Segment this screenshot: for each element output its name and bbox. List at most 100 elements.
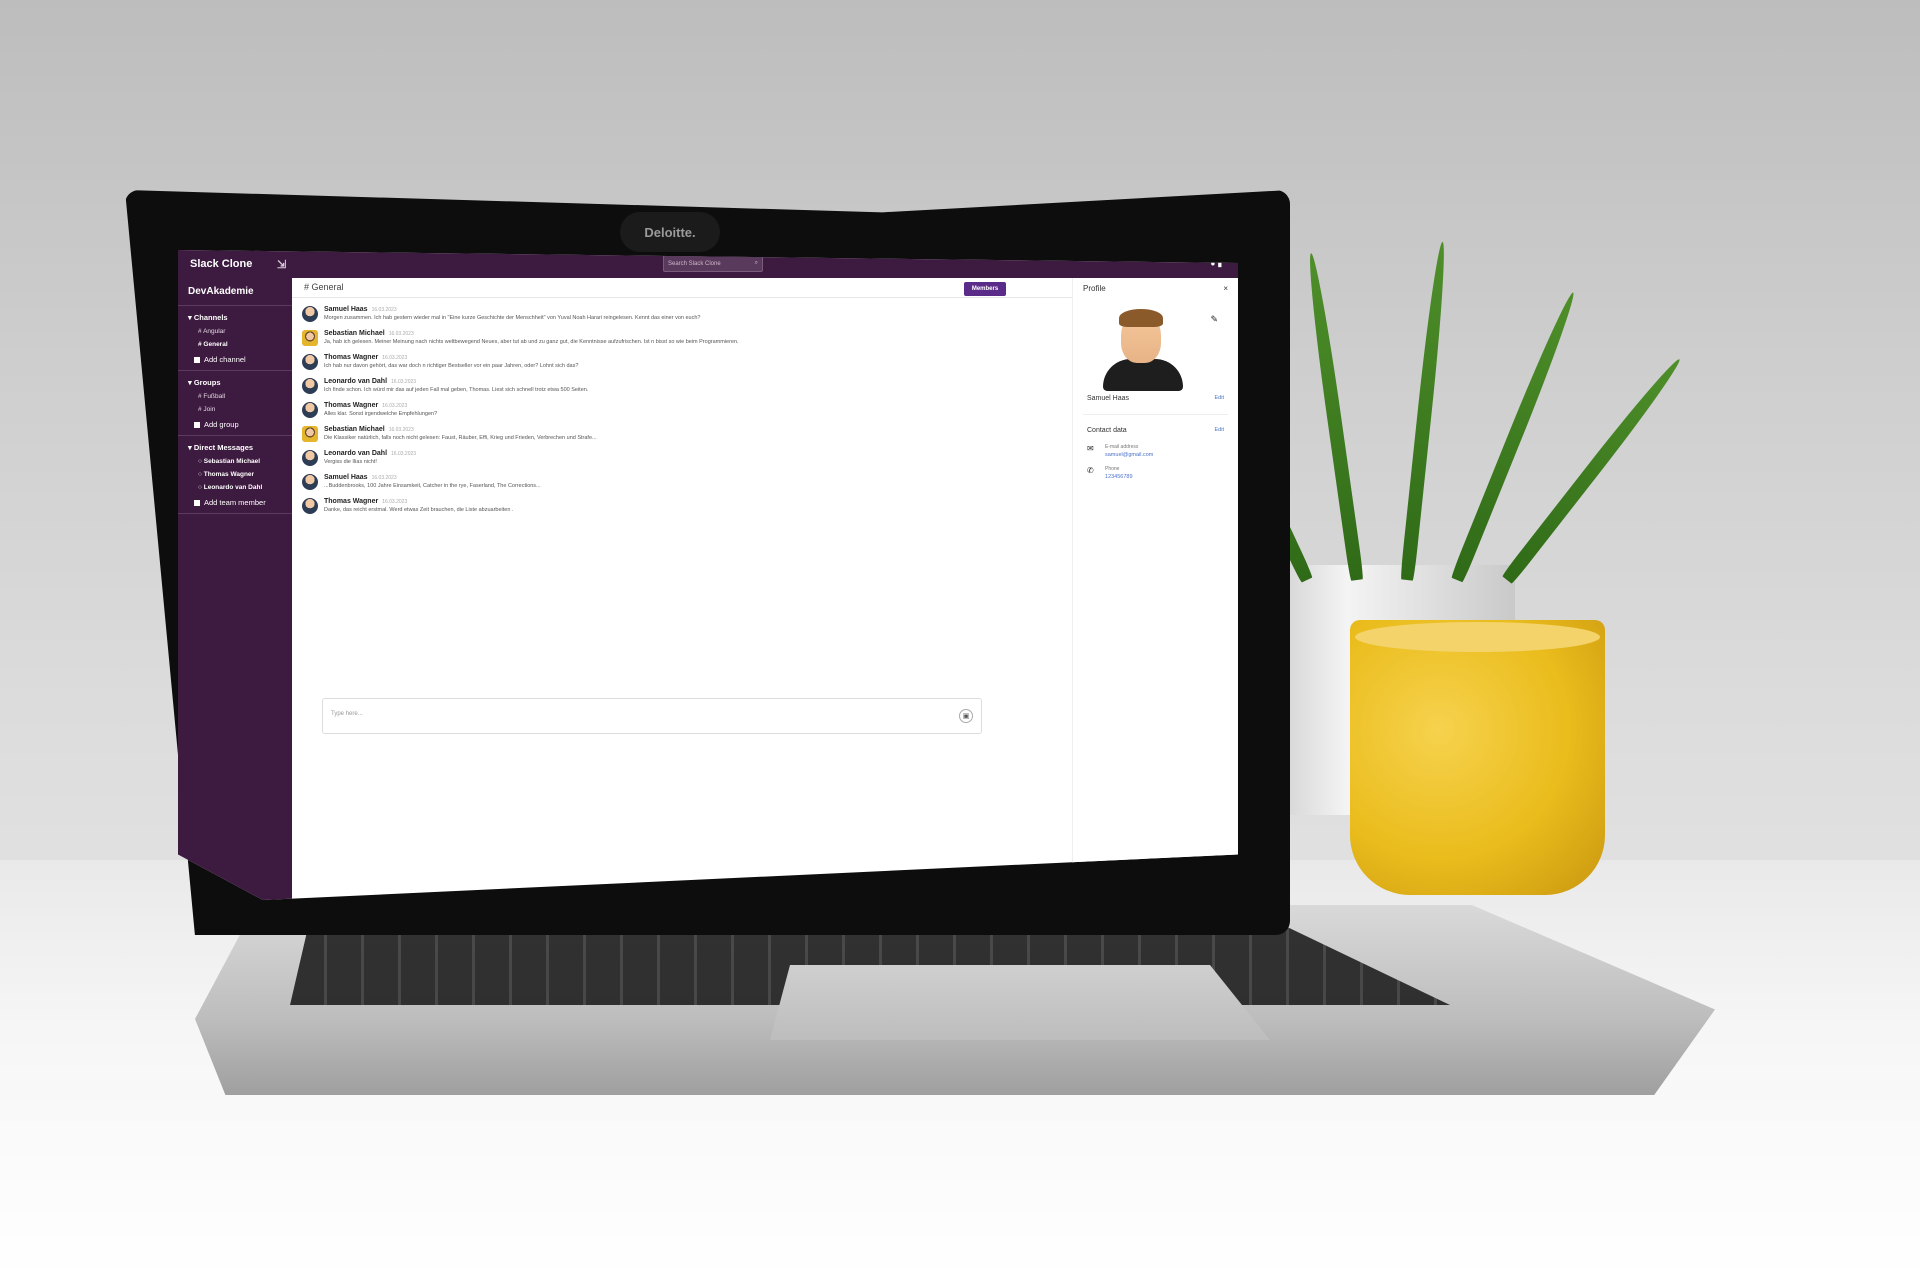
add-channel-button[interactable]: Add channel: [178, 351, 292, 371]
message-author[interactable]: Sebastian Michael: [324, 426, 385, 433]
channel-item-angular[interactable]: # Angular: [178, 325, 292, 338]
email-value[interactable]: samuel@gmail.com: [1105, 452, 1153, 458]
message-row[interactable]: Samuel Haas 16.03.2023 Morgen zusammen. Ic…: [302, 306, 1062, 322]
message-composer[interactable]: Type here... ▣: [322, 698, 982, 734]
app-title: Slack Clone: [190, 258, 253, 270]
user-avatar[interactable]: [302, 498, 318, 514]
plus-box-icon: [194, 422, 200, 429]
phone-icon: ✆: [1087, 466, 1094, 475]
profile-name: Samuel Haas: [1087, 395, 1130, 402]
message-body: Sebastian Michael 16.03.2023 Die Klassiker…: [324, 426, 597, 442]
message-author[interactable]: Thomas Wagner: [324, 498, 378, 505]
message-row[interactable]: Sebastian Michael 16.03.2023 Ja, hab ich g…: [302, 330, 1062, 346]
channel-item-general[interactable]: # General: [178, 338, 292, 351]
message-author[interactable]: Samuel Haas: [324, 306, 368, 313]
search-icon[interactable]: ⌕: [755, 260, 758, 267]
message-text: Ich hab nur davon gehört, das war doch n…: [324, 363, 579, 369]
profile-name-row: Samuel Haas Edit: [1073, 389, 1238, 408]
plus-box-icon: [194, 357, 200, 364]
dm-label: Sebastian Michael: [203, 458, 261, 465]
edit-name-link[interactable]: Edit: [1215, 395, 1224, 402]
yellow-cup: [1350, 620, 1605, 895]
message-row[interactable]: Thomas Wagner 16.03.2023 Alles klar. Sonst…: [302, 402, 1062, 418]
profile-title: Profile: [1083, 284, 1106, 293]
user-avatar[interactable]: [302, 402, 318, 418]
user-avatar[interactable]: [302, 306, 318, 322]
message-author[interactable]: Thomas Wagner: [324, 354, 378, 361]
user-avatar[interactable]: [302, 474, 318, 490]
user-avatar[interactable]: [302, 330, 318, 346]
add-group-label: Add group: [204, 420, 239, 429]
message-text: Vergiss die Ilias nicht!: [324, 459, 377, 465]
groups-header[interactable]: ▾ Groups: [178, 371, 292, 390]
message-meta: Leonardo van Dahl 16.03.2023: [324, 378, 588, 385]
message-body: Thomas Wagner 16.03.2023 Danke, das reicht…: [324, 498, 513, 514]
message-text: Ich finde schon. Ich würd mir das auf je…: [324, 387, 589, 393]
message-author[interactable]: Thomas Wagner: [324, 402, 378, 409]
message-meta: Thomas Wagner 16.03.2023: [324, 402, 437, 409]
contact-header-row: Contact data Edit: [1073, 421, 1238, 440]
add-group-button[interactable]: Add group: [178, 416, 292, 436]
dm-header[interactable]: ▾ Direct Messages: [178, 436, 292, 455]
close-icon[interactable]: ×: [1223, 284, 1228, 293]
attach-image-icon[interactable]: ▣: [959, 709, 973, 723]
message-row[interactable]: Sebastian Michael 16.03.2023 Die Klassiker…: [302, 426, 1062, 442]
dm-label: Leonardo van Dahl: [203, 484, 263, 491]
profile-avatar: [1103, 309, 1183, 391]
channel-title: # General: [292, 278, 1072, 298]
plant-leaf: [1304, 252, 1364, 581]
channel-label: Angular: [203, 328, 226, 335]
message-author[interactable]: Samuel Haas: [324, 474, 368, 481]
avatar-hair: [1119, 309, 1163, 327]
message-row[interactable]: Samuel Haas 16.03.2023 ...Buddenbrooks, 10…: [302, 474, 1062, 490]
group-item-join[interactable]: # Join: [178, 403, 292, 416]
email-label: E-mail address: [1105, 444, 1139, 450]
workspace-name[interactable]: DevAkademie: [178, 282, 292, 306]
dm-item-leonardo[interactable]: ○ Leonardo van Dahl: [178, 481, 292, 494]
user-avatar[interactable]: [302, 426, 318, 442]
channels-header[interactable]: ▾ Channels: [178, 306, 292, 325]
collapse-icon[interactable]: ⇲: [277, 258, 286, 271]
plant-leaf: [1400, 241, 1450, 581]
message-date: 16.03.2023: [382, 499, 408, 505]
phone-row: ✆ Phone 123456789: [1073, 462, 1238, 484]
add-team-member-button[interactable]: Add team member: [178, 494, 292, 514]
dm-item-sebastian[interactable]: ○ Sebastian Michael: [178, 455, 292, 468]
members-button[interactable]: Members: [964, 282, 1006, 296]
message-meta: Sebastian Michael 16.03.2023: [324, 426, 597, 433]
edit-pencil-icon[interactable]: ✎: [1210, 314, 1218, 325]
message-row[interactable]: Leonardo van Dahl 16.03.2023 Ich finde sch…: [302, 378, 1062, 394]
message-author[interactable]: Leonardo van Dahl: [324, 378, 387, 385]
plus-box-icon: [194, 500, 200, 507]
message-meta: Thomas Wagner 16.03.2023: [324, 498, 513, 505]
message-row[interactable]: Thomas Wagner 16.03.2023 Danke, das reicht…: [302, 498, 1062, 514]
message-meta: Leonardo van Dahl 16.03.2023: [324, 450, 416, 457]
phone-value[interactable]: 123456789: [1105, 474, 1133, 480]
message-author[interactable]: Sebastian Michael: [324, 330, 385, 337]
message-row[interactable]: Leonardo van Dahl 16.03.2023 Vergiss die I…: [302, 450, 1062, 466]
phone-label: Phone: [1105, 466, 1120, 472]
add-member-label: Add team member: [204, 498, 266, 507]
edit-contact-link[interactable]: Edit: [1215, 427, 1224, 434]
message-meta: Thomas Wagner 16.03.2023: [324, 354, 578, 361]
group-item-fussball[interactable]: # Fußball: [178, 390, 292, 403]
message-date: 16.03.2023: [388, 427, 414, 433]
message-body: Samuel Haas 16.03.2023 ...Buddenbrooks, 10…: [324, 474, 541, 490]
avatar-body: [1103, 359, 1183, 391]
user-avatar[interactable]: [302, 450, 318, 466]
dm-item-thomas[interactable]: ○ Thomas Wagner: [178, 468, 292, 481]
group-label: Join: [203, 406, 216, 413]
message-date: 16.03.2023: [391, 379, 417, 385]
profile-panel: Profile × ✎ Samuel Haas Edit Contact dat…: [1072, 278, 1238, 900]
message-author[interactable]: Leonardo van Dahl: [324, 450, 387, 457]
message-meta: Samuel Haas 16.03.2023: [324, 306, 700, 313]
divider: [1083, 414, 1228, 415]
message-body: Leonardo van Dahl 16.03.2023 Ich finde sch…: [324, 378, 588, 394]
cup-rim: [1355, 622, 1600, 652]
message-text: Ja, hab ich gelesen. Meiner Meinung nach…: [324, 339, 739, 345]
message-text: ...Buddenbrooks, 100 Jahre Einsamkeit, C…: [324, 483, 541, 489]
user-avatar[interactable]: [302, 354, 318, 370]
user-avatar[interactable]: [302, 378, 318, 394]
message-row[interactable]: Thomas Wagner 16.03.2023 Ich hab nur davon…: [302, 354, 1062, 370]
search-input[interactable]: Search Slack Clone ⌕: [663, 255, 763, 272]
